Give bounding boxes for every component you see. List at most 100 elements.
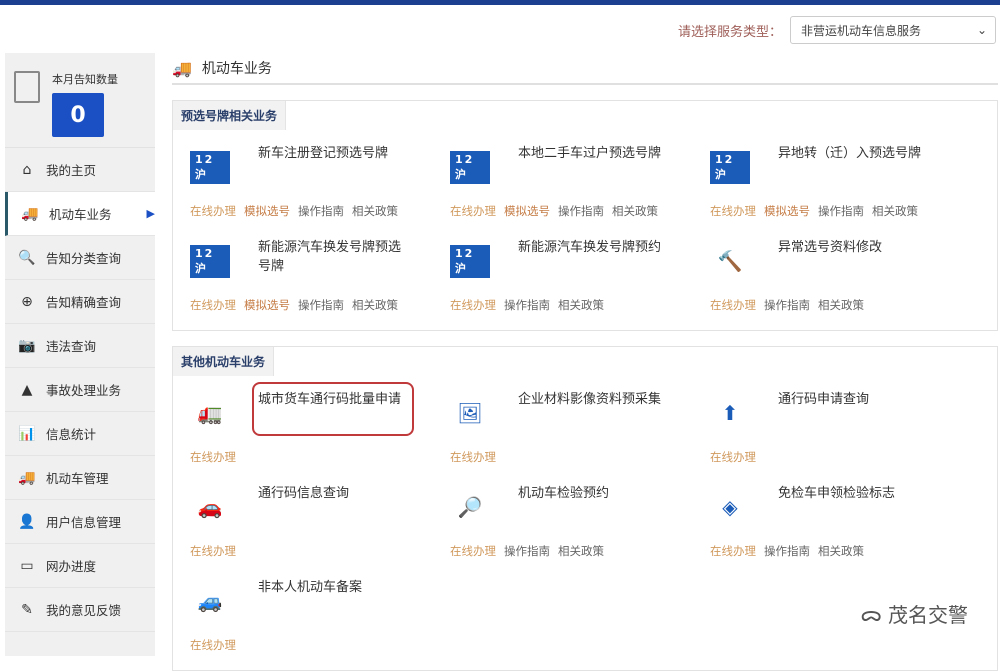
sidebar-item[interactable]: ✎ 我的意见反馈 bbox=[5, 588, 155, 632]
service-link[interactable]: 操作指南 bbox=[298, 297, 344, 330]
page-title-text: 机动车业务 bbox=[201, 61, 272, 77]
sidebar-item-label: 违法查询 bbox=[46, 339, 97, 354]
service-name[interactable]: 异常选号资料修改 bbox=[778, 236, 928, 278]
service-name[interactable]: 城市货车通行码批量申请 bbox=[252, 382, 414, 436]
sidebar-item-label: 机动车管理 bbox=[46, 471, 109, 486]
service-link[interactable]: 相关政策 bbox=[352, 297, 398, 330]
service-link[interactable]: 相关政策 bbox=[352, 203, 398, 236]
plate-icon[interactable]: 12沪 bbox=[450, 150, 490, 184]
sidebar-item-label: 告知分类查询 bbox=[46, 251, 122, 266]
service-link[interactable]: 相关政策 bbox=[818, 297, 864, 330]
document-image-icon[interactable]: 🖼 bbox=[450, 398, 490, 428]
service-link[interactable]: 操作指南 bbox=[504, 297, 550, 330]
service-panel: 预选号牌相关业务 12沪 新车注册登记预选号牌 在线办理 模拟选号 操作指南 相关政策 12沪… bbox=[172, 100, 998, 331]
service-name[interactable]: 新能源汽车换发号牌预约 bbox=[518, 236, 668, 278]
car-wrench-icon[interactable]: 🚙 bbox=[190, 586, 230, 616]
sidebar-item-label: 事故处理业务 bbox=[46, 383, 122, 398]
sidebar-item[interactable]: ▭ 网办进度 bbox=[5, 544, 155, 588]
service-item: 🔎 机动车检验预约 在线办理 操作指南 相关政策 bbox=[450, 482, 710, 576]
service-item: 🚗 通行码信息查询 在线办理 bbox=[190, 482, 450, 576]
upload-icon[interactable]: ⬆ bbox=[710, 398, 750, 428]
sidebar-item-label: 告知精确查询 bbox=[46, 295, 122, 310]
plate-icon[interactable]: 12沪 bbox=[190, 150, 230, 184]
service-link[interactable]: 在线办理 bbox=[710, 297, 756, 330]
service-name[interactable]: 企业材料影像资料预采集 bbox=[518, 388, 668, 430]
service-link[interactable]: 在线办理 bbox=[450, 297, 496, 330]
service-name[interactable]: 异地转（迁）入预选号牌 bbox=[778, 142, 928, 184]
plate-icon[interactable]: 12沪 bbox=[710, 150, 750, 184]
service-link[interactable]: 在线办理 bbox=[450, 449, 496, 482]
service-name[interactable]: 新能源汽车换发号牌预选号牌 bbox=[258, 236, 408, 278]
service-link[interactable]: 在线办理 bbox=[190, 297, 236, 330]
watermark-text: 茂名交警 bbox=[888, 603, 968, 627]
panel-title: 其他机动车业务 bbox=[173, 347, 275, 376]
service-name[interactable]: 通行码信息查询 bbox=[258, 482, 408, 524]
sidebar-item-label: 网办进度 bbox=[46, 559, 97, 574]
car-search-magnify-icon[interactable]: 🔎 bbox=[450, 492, 490, 522]
hammer-icon[interactable]: 🔨 bbox=[710, 246, 750, 276]
truck-card-icon[interactable]: 🚛 bbox=[190, 398, 230, 428]
service-link[interactable]: 相关政策 bbox=[818, 543, 864, 576]
sidebar-item-label: 机动车业务 bbox=[49, 207, 112, 222]
service-name[interactable]: 本地二手车过户预选号牌 bbox=[518, 142, 668, 184]
service-link[interactable]: 操作指南 bbox=[764, 543, 810, 576]
count-value[interactable]: 0 bbox=[52, 93, 104, 137]
service-link[interactable]: 在线办理 bbox=[450, 543, 496, 576]
service-item: ◈ 免检车申领检验标志 在线办理 操作指南 相关政策 bbox=[710, 482, 970, 576]
service-link[interactable]: 模拟选号 bbox=[244, 203, 290, 236]
sidebar-item-label: 我的意见反馈 bbox=[46, 603, 122, 618]
service-item: 12沪 异地转（迁）入预选号牌 在线办理 模拟选号 操作指南 相关政策 bbox=[710, 142, 970, 236]
document-icon bbox=[14, 71, 40, 103]
service-link[interactable]: 在线办理 bbox=[710, 203, 756, 236]
service-link[interactable]: 操作指南 bbox=[818, 203, 864, 236]
service-name[interactable]: 通行码申请查询 bbox=[778, 388, 928, 430]
sidebar-item[interactable]: 🚚 机动车管理 bbox=[5, 456, 155, 500]
sidebar-item[interactable]: 👤 用户信息管理 bbox=[5, 500, 155, 544]
sidebar-item[interactable]: 📷 违法查询 bbox=[5, 324, 155, 368]
service-name[interactable]: 机动车检验预约 bbox=[518, 482, 668, 524]
car-search-icon[interactable]: 🚗 bbox=[190, 492, 230, 522]
sidebar-item[interactable]: ▲ 事故处理业务 bbox=[5, 368, 155, 412]
service-link[interactable]: 在线办理 bbox=[190, 449, 236, 482]
sidebar-item[interactable]: 🚚 机动车业务 ▶ bbox=[5, 192, 155, 236]
service-item: 🚛 城市货车通行码批量申请 在线办理 bbox=[190, 382, 450, 482]
service-type-select[interactable]: 非营运机动车信息服务 ⌄ bbox=[790, 16, 996, 44]
service-link[interactable]: 相关政策 bbox=[872, 203, 918, 236]
service-link[interactable]: 在线办理 bbox=[190, 637, 236, 670]
sidebar-item[interactable]: 📊 信息统计 bbox=[5, 412, 155, 456]
count-label: 本月告知数量 bbox=[52, 73, 118, 86]
sidebar-item[interactable]: ⊕ 告知精确查询 bbox=[5, 280, 155, 324]
plate-text: 12沪 bbox=[450, 150, 490, 184]
service-link[interactable]: 在线办理 bbox=[190, 203, 236, 236]
plate-icon[interactable]: 12沪 bbox=[190, 244, 230, 278]
service-link[interactable]: 模拟选号 bbox=[504, 203, 550, 236]
service-link[interactable]: 相关政策 bbox=[558, 543, 604, 576]
service-item: 12沪 新车注册登记预选号牌 在线办理 模拟选号 操作指南 相关政策 bbox=[190, 142, 450, 236]
caret-right-icon: ▶ bbox=[146, 207, 155, 220]
service-link[interactable]: 操作指南 bbox=[298, 203, 344, 236]
service-name[interactable]: 非本人机动车备案 bbox=[258, 576, 408, 618]
truck-icon: 🚚 bbox=[21, 205, 39, 222]
service-name[interactable]: 免检车申领检验标志 bbox=[778, 482, 928, 524]
service-link[interactable]: 在线办理 bbox=[710, 543, 756, 576]
service-link[interactable]: 相关政策 bbox=[558, 297, 604, 330]
search-icon: 🔍 bbox=[18, 249, 36, 266]
service-link[interactable]: 在线办理 bbox=[710, 449, 756, 482]
service-link[interactable]: 模拟选号 bbox=[244, 297, 290, 330]
service-link[interactable]: 在线办理 bbox=[450, 203, 496, 236]
service-link[interactable]: 操作指南 bbox=[504, 543, 550, 576]
bar-chart-icon: 📊 bbox=[18, 425, 36, 442]
service-link[interactable]: 相关政策 bbox=[612, 203, 658, 236]
service-link[interactable]: 操作指南 bbox=[764, 297, 810, 330]
sidebar-item[interactable]: ⌂ 我的主页 bbox=[5, 148, 155, 192]
page-title: 🚚 机动车业务 bbox=[172, 53, 998, 85]
watermark: ᯅ 茂名交警 bbox=[860, 599, 968, 628]
badge-icon[interactable]: ◈ bbox=[710, 492, 750, 522]
clock-plate-icon[interactable]: 12沪 bbox=[450, 244, 490, 278]
service-link[interactable]: 模拟选号 bbox=[764, 203, 810, 236]
sidebar-item[interactable]: 🔍 告知分类查询 bbox=[5, 236, 155, 280]
service-item: 🖼 企业材料影像资料预采集 在线办理 bbox=[450, 388, 710, 482]
service-name[interactable]: 新车注册登记预选号牌 bbox=[258, 142, 408, 184]
service-link[interactable]: 操作指南 bbox=[558, 203, 604, 236]
service-link[interactable]: 在线办理 bbox=[190, 543, 236, 576]
